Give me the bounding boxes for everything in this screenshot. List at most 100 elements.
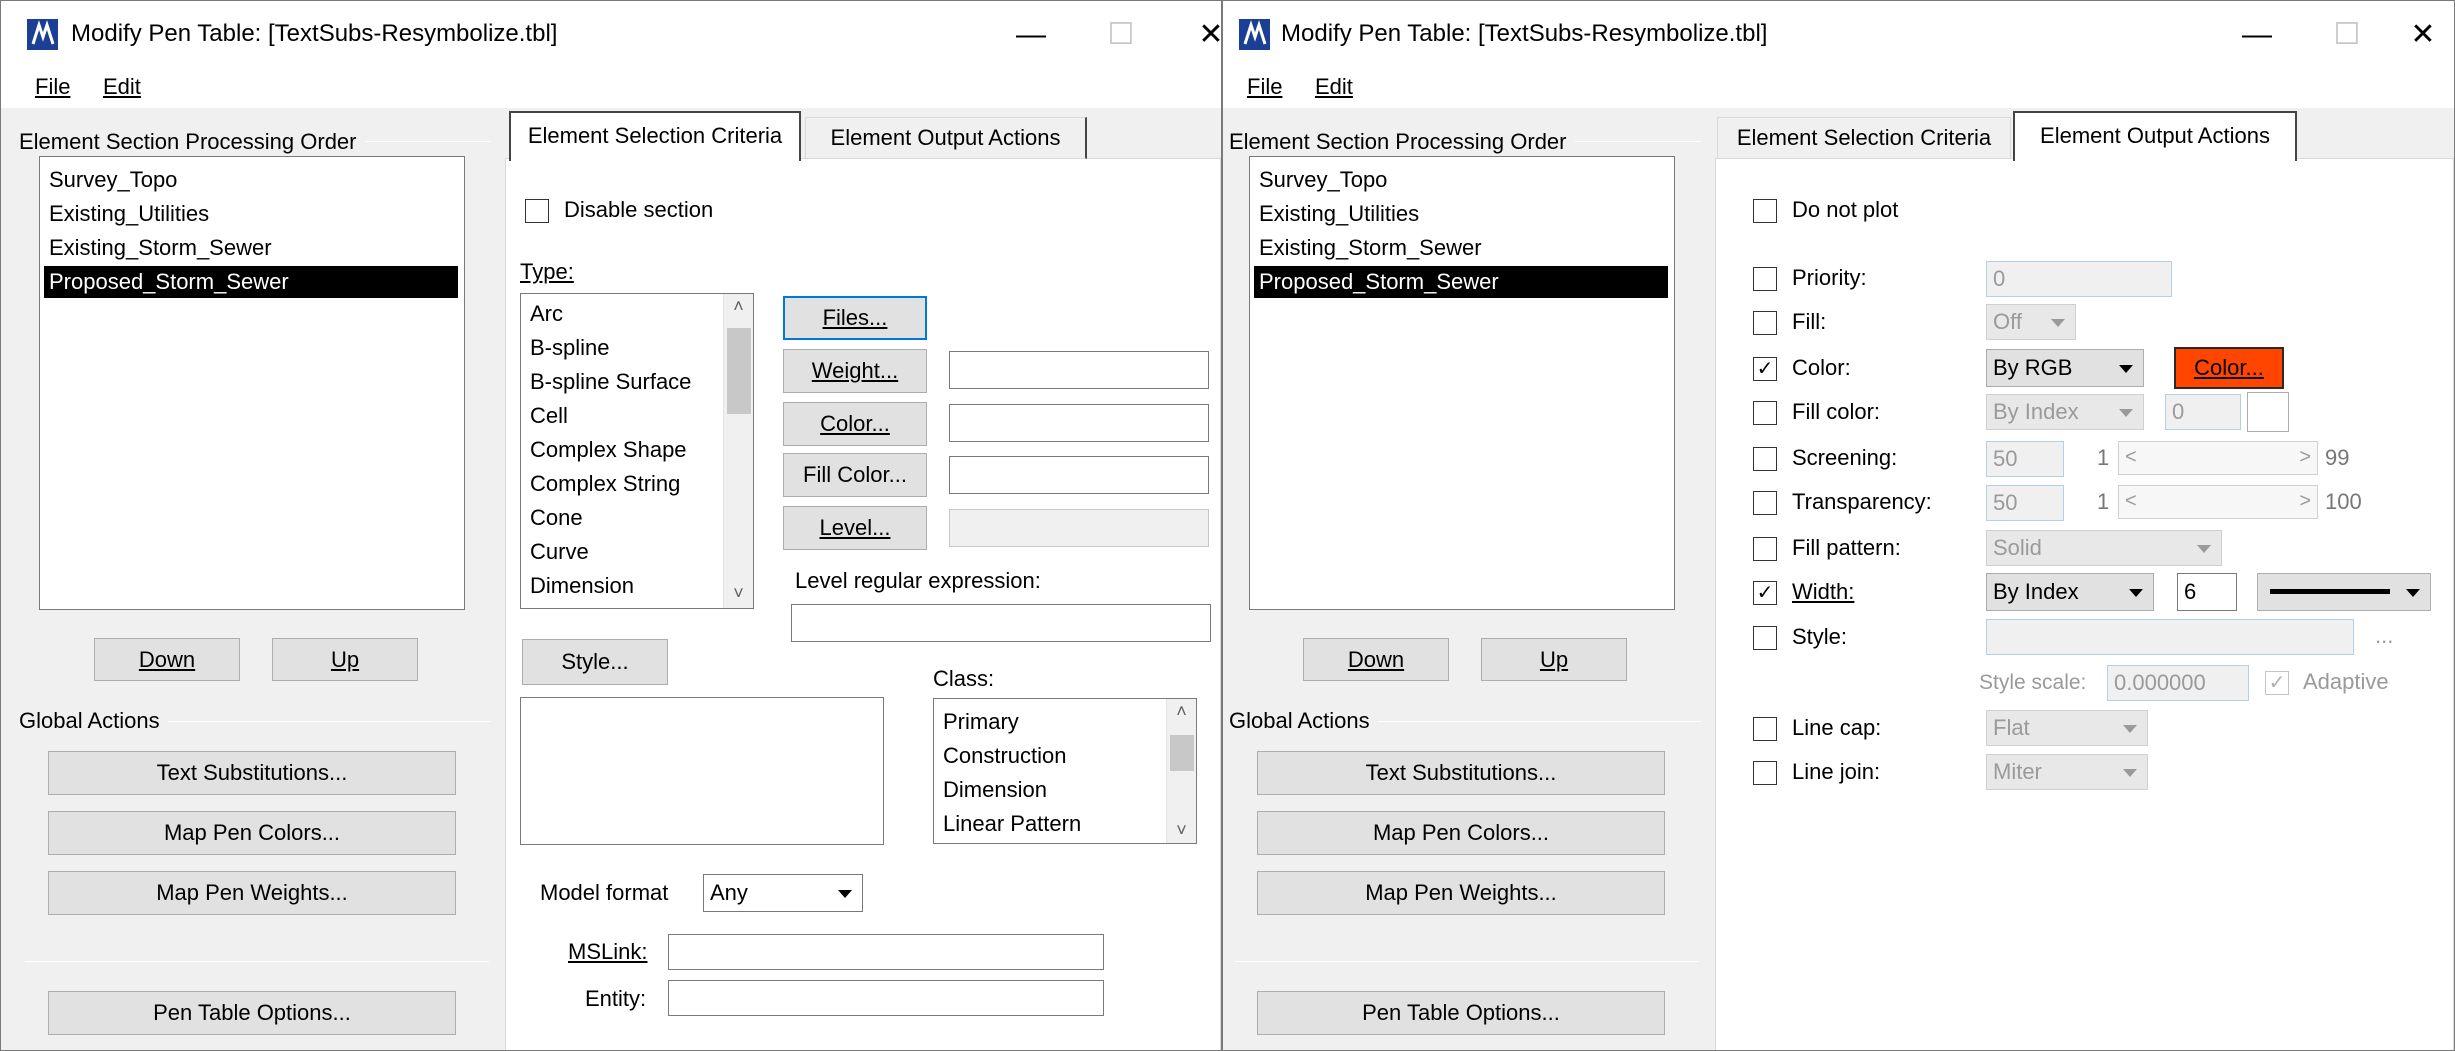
list-item[interactable]: Existing_Utilities <box>1254 198 1424 230</box>
type-list[interactable]: Arc B-spline B-spline Surface Cell Compl… <box>520 293 754 609</box>
list-item-selected[interactable]: Proposed_Storm_Sewer <box>44 266 458 298</box>
line-join-checkbox[interactable] <box>1753 761 1777 785</box>
transparency-label: Transparency: <box>1792 489 1932 514</box>
minimize-button[interactable]: — <box>1003 15 1059 55</box>
list-item[interactable]: Existing_Utilities <box>44 198 214 230</box>
scroll-up-icon[interactable]: ˄ <box>724 296 753 317</box>
down-button[interactable]: Down <box>1303 638 1449 681</box>
color-checkbox[interactable]: ✓ <box>1753 357 1777 381</box>
fill-color-button[interactable]: Fill Color... <box>783 453 927 497</box>
list-item[interactable]: Primary <box>938 706 1024 738</box>
width-checkbox[interactable]: ✓ <box>1753 581 1777 605</box>
menu-file[interactable]: File <box>1247 74 1282 100</box>
list-item[interactable]: Complex Shape <box>525 434 692 466</box>
fill-color-label: Fill color: <box>1792 399 1881 424</box>
list-item[interactable]: Dimension <box>525 570 639 602</box>
up-button[interactable]: Up <box>272 638 418 681</box>
width-number-field[interactable]: 6 <box>2177 573 2237 611</box>
list-item[interactable]: Cone <box>525 502 588 534</box>
model-format-dropdown[interactable]: Any <box>703 874 863 912</box>
close-button[interactable]: ✕ <box>1183 15 1221 55</box>
list-item[interactable]: Existing_Storm_Sewer <box>1254 232 1487 264</box>
level-regex-field[interactable] <box>791 604 1211 642</box>
transparency-min: 1 <box>2097 489 2110 514</box>
section-list[interactable]: Survey_Topo Existing_Utilities Existing_… <box>1249 156 1675 610</box>
list-item[interactable]: Curve <box>525 536 594 568</box>
tab-element-selection-criteria[interactable]: Element Selection Criteria <box>509 111 801 161</box>
files-button[interactable]: Files... <box>783 296 927 340</box>
pen-table-options-button[interactable]: Pen Table Options... <box>1257 991 1665 1035</box>
transparency-checkbox[interactable] <box>1753 491 1777 515</box>
color-picker-button[interactable]: Color... <box>2174 347 2284 389</box>
menu-edit[interactable]: Edit <box>1315 74 1353 100</box>
screening-checkbox[interactable] <box>1753 447 1777 471</box>
style-list[interactable] <box>520 697 884 845</box>
entity-field[interactable] <box>668 980 1104 1016</box>
menu-file[interactable]: File <box>35 74 70 100</box>
line-cap-checkbox[interactable] <box>1753 717 1777 741</box>
do-not-plot-checkbox[interactable] <box>1753 199 1777 223</box>
map-pen-weights-button[interactable]: Map Pen Weights... <box>1257 871 1665 915</box>
list-item[interactable]: Linear Pattern <box>938 808 1086 840</box>
screening-label: Screening: <box>1792 445 1898 470</box>
title-bar: Modify Pen Table: [TextSubs-Resymbolize.… <box>1223 1 2454 68</box>
list-item[interactable]: B-spline Surface <box>525 366 696 398</box>
list-item[interactable]: Dimension <box>938 774 1052 806</box>
list-item[interactable]: Existing_Storm_Sewer <box>44 232 277 264</box>
style-button[interactable]: Style... <box>522 639 668 685</box>
weight-button[interactable]: Weight... <box>783 349 927 393</box>
fill-checkbox[interactable] <box>1753 311 1777 335</box>
up-button[interactable]: Up <box>1481 638 1627 681</box>
text-substitutions-button[interactable]: Text Substitutions... <box>1257 751 1665 795</box>
scroll-down-icon[interactable]: ˅ <box>1167 820 1196 841</box>
weight-field[interactable] <box>949 351 1209 389</box>
tab-element-selection-criteria[interactable]: Element Selection Criteria <box>1717 117 2011 159</box>
list-item[interactable]: B-spline <box>525 332 614 364</box>
minimize-button[interactable]: — <box>2229 15 2285 55</box>
map-pen-colors-button[interactable]: Map Pen Colors... <box>1257 811 1665 855</box>
color-dropdown[interactable]: By RGB <box>1986 349 2144 387</box>
text-substitutions-button[interactable]: Text Substitutions... <box>48 751 456 795</box>
fill-pattern-checkbox[interactable] <box>1753 537 1777 561</box>
scroll-thumb[interactable] <box>727 328 751 414</box>
slider-right-icon: > <box>2299 446 2311 468</box>
fill-color-field[interactable] <box>949 456 1209 494</box>
color-button[interactable]: Color... <box>783 402 927 446</box>
tab-element-output-actions[interactable]: Element Output Actions <box>805 117 1087 159</box>
scroll-down-icon[interactable]: ˅ <box>724 583 753 604</box>
type-label: Type: <box>520 259 574 284</box>
level-button[interactable]: Level... <box>783 506 927 550</box>
type-list-scrollbar[interactable]: ˄ ˅ <box>723 294 753 608</box>
style-scale-field: 0.000000 <box>2107 665 2249 701</box>
class-list-scrollbar[interactable]: ˄ ˅ <box>1166 699 1196 843</box>
list-item-selected[interactable]: Proposed_Storm_Sewer <box>1254 266 1668 298</box>
section-list[interactable]: Survey_Topo Existing_Utilities Existing_… <box>39 156 465 610</box>
disable-section-checkbox[interactable] <box>525 199 549 223</box>
class-list[interactable]: Primary Construction Dimension Linear Pa… <box>933 698 1197 844</box>
style-checkbox[interactable] <box>1753 626 1777 650</box>
tab-element-output-actions[interactable]: Element Output Actions <box>2013 111 2297 161</box>
line-weight-dropdown[interactable] <box>2257 573 2431 611</box>
color-field[interactable] <box>949 404 1209 442</box>
pen-table-options-button[interactable]: Pen Table Options... <box>48 991 456 1035</box>
fill-color-checkbox[interactable] <box>1753 401 1777 425</box>
list-item[interactable]: Construction <box>938 740 1072 772</box>
scroll-thumb[interactable] <box>1170 735 1194 771</box>
global-actions-label: Global Actions <box>19 708 168 734</box>
list-item[interactable]: Survey_Topo <box>1254 164 1392 196</box>
mslink-field[interactable] <box>668 934 1104 970</box>
map-pen-weights-button[interactable]: Map Pen Weights... <box>48 871 456 915</box>
close-button[interactable]: ✕ <box>2395 15 2451 55</box>
fill-pattern-label: Fill pattern: <box>1792 535 1901 560</box>
list-item[interactable]: Arc <box>525 298 568 330</box>
map-pen-colors-button[interactable]: Map Pen Colors... <box>48 811 456 855</box>
list-item[interactable]: Complex String <box>525 468 685 500</box>
line-cap-label: Line cap: <box>1792 715 1882 740</box>
menu-edit[interactable]: Edit <box>103 74 141 100</box>
down-button[interactable]: Down <box>94 638 240 681</box>
width-dropdown[interactable]: By Index <box>1986 573 2154 611</box>
list-item[interactable]: Cell <box>525 400 573 432</box>
scroll-up-icon[interactable]: ˄ <box>1167 701 1196 722</box>
list-item[interactable]: Survey_Topo <box>44 164 182 196</box>
priority-checkbox[interactable] <box>1753 267 1777 291</box>
